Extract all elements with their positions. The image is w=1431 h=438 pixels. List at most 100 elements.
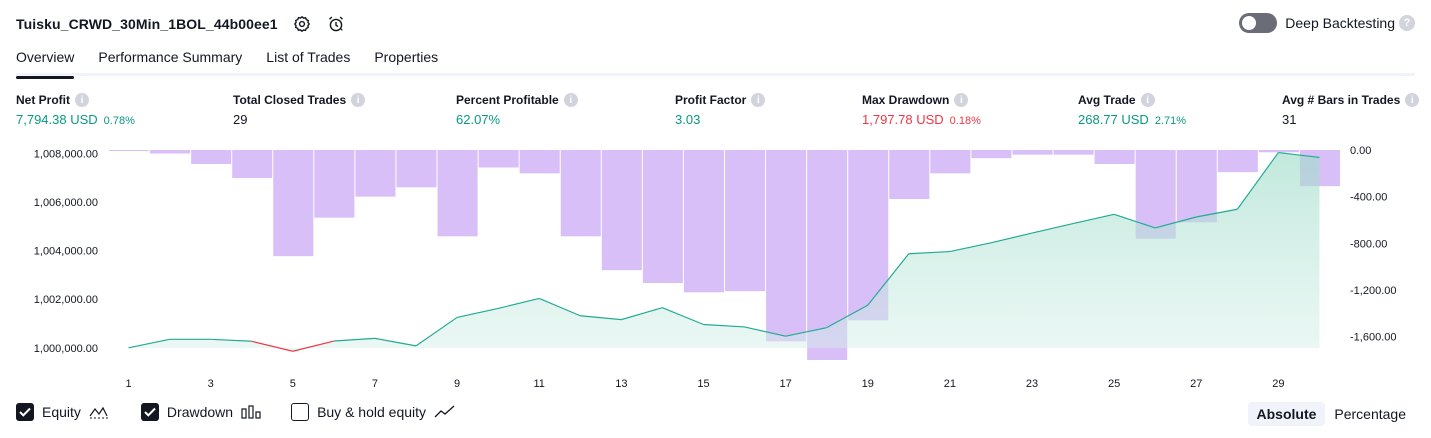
x-axis: 1 3 5 7 9 11 13 15 17 19 21 23 25 27 29	[125, 378, 1284, 390]
metric-label: Profit Factor	[675, 93, 747, 107]
tab-overview[interactable]: Overview	[16, 46, 75, 79]
drawdown-bar	[971, 150, 1012, 159]
chart-legend: Equity Drawdown Buy & hold equity	[16, 403, 486, 421]
metric-label: Total Closed Trades	[233, 93, 347, 107]
legend-drawdown-label: Drawdown	[166, 404, 234, 420]
x-axis-tick-label: 29	[1272, 378, 1284, 390]
equity-line-icon	[89, 405, 111, 419]
x-axis-tick-label: 17	[779, 378, 791, 390]
drawdown-bar	[396, 150, 437, 188]
deep-backtesting-toggle-group: Deep Backtesting ?	[1239, 13, 1415, 33]
legend-equity[interactable]: Equity	[16, 403, 111, 421]
drawdown-bar	[109, 150, 150, 151]
info-icon[interactable]: i	[75, 93, 89, 107]
drawdown-bar	[1176, 150, 1217, 223]
x-axis-tick-label: 13	[615, 378, 627, 390]
deep-backtesting-label: Deep Backtesting	[1285, 15, 1395, 31]
drawdown-bar	[1094, 150, 1135, 164]
display-mode-switch: Absolute Percentage	[1247, 402, 1416, 426]
equity-drawdown-chart[interactable]: 1,008,000.00 1,006,000.00 1,004,000.00 1,00…	[0, 140, 1431, 395]
metric-value: 1,797.78 USD	[862, 112, 944, 127]
x-axis-tick-label: 7	[372, 378, 378, 390]
drawdown-bar	[191, 150, 232, 164]
legend-equity-label: Equity	[42, 404, 81, 420]
drawdown-bar	[560, 150, 601, 237]
tab-bar: Overview Performance Summary List of Tra…	[16, 46, 1415, 79]
metric-label: Net Profit	[16, 93, 70, 107]
drawdown-bar	[683, 150, 724, 293]
metric-value: 31	[1282, 112, 1297, 127]
drawdown-bar	[150, 150, 191, 154]
x-axis-tick-label: 15	[697, 378, 709, 390]
info-icon[interactable]: i	[351, 93, 366, 107]
info-icon[interactable]: i	[563, 93, 578, 107]
left-axis-tick-label: 1,006,000.00	[34, 197, 98, 209]
right-axis-tick-label: -1,600.00	[1350, 332, 1396, 344]
legend-drawdown[interactable]: Drawdown	[140, 403, 261, 421]
metric-value: 29	[233, 112, 248, 127]
drawdown-bar	[355, 150, 396, 197]
legend-buy-hold-label: Buy & hold equity	[317, 404, 427, 420]
buy-hold-checkbox[interactable]	[291, 403, 310, 421]
x-axis-tick-label: 11	[533, 378, 544, 390]
right-axis-tick-label: -400.00	[1350, 192, 1387, 204]
right-axis: 0.00 -400.00 -800.00 -1,200.00 -1,600.00	[1350, 145, 1396, 344]
drawdown-bar	[314, 150, 355, 218]
metric-value: 62.07%	[456, 112, 501, 127]
drawdown-bar	[725, 150, 766, 292]
x-axis-tick-label: 3	[208, 378, 214, 390]
drawdown-checkbox[interactable]	[140, 403, 159, 421]
alarm-clock-icon[interactable]	[326, 14, 346, 34]
tab-list-of-trades[interactable]: List of Trades	[266, 46, 350, 76]
x-axis-tick-label: 19	[862, 378, 874, 390]
metric-avg-trade: Avg Trade i 268.77 USD 2.71%	[1078, 93, 1186, 127]
equity-checkbox[interactable]	[16, 403, 34, 421]
metric-percent: 0.78%	[103, 115, 135, 127]
x-axis-tick-label: 27	[1190, 378, 1202, 390]
info-icon[interactable]: i	[751, 93, 766, 107]
right-axis-tick-label: -800.00	[1350, 238, 1387, 250]
x-axis-tick-label: 23	[1026, 378, 1038, 390]
metric-label: Avg Trade	[1078, 93, 1136, 107]
x-axis-tick-label: 5	[290, 378, 296, 390]
metric-label: Avg # Bars in Trades	[1282, 93, 1401, 107]
x-axis-tick-label: 25	[1108, 378, 1120, 390]
info-icon[interactable]: i	[954, 93, 969, 107]
metric-percent-profitable: Percent Profitable i 62.07%	[456, 93, 578, 127]
metric-label: Max Drawdown	[862, 93, 950, 107]
tab-performance-summary[interactable]: Performance Summary	[98, 46, 242, 76]
metric-net-profit: Net Profit i 7,794.38 USD 0.78%	[16, 93, 135, 127]
metric-max-drawdown: Max Drawdown i 1,797.78 USD 0.18%	[862, 93, 981, 127]
strategy-title: Tuisku_CRWD_30Min_1BOL_44b00ee1	[16, 16, 278, 32]
buy-hold-line-icon	[434, 405, 456, 419]
drawdown-bar	[642, 150, 683, 283]
metric-percent: 2.71%	[1154, 115, 1187, 127]
drawdown-bar	[1258, 150, 1299, 153]
metrics-row: Net Profit i 7,794.38 USD 0.78% Total Clos…	[16, 93, 1420, 133]
info-icon[interactable]: i	[1405, 93, 1420, 107]
drawdown-bar	[273, 150, 314, 257]
left-axis-tick-label: 1,004,000.00	[34, 246, 98, 258]
x-axis-tick-label: 21	[944, 378, 956, 390]
tab-properties[interactable]: Properties	[374, 46, 438, 76]
help-icon[interactable]: ?	[1399, 15, 1415, 31]
left-axis: 1,008,000.00 1,006,000.00 1,004,000.00 1,00…	[34, 148, 98, 355]
metric-value: 3.03	[675, 112, 701, 127]
left-axis-tick-label: 1,000,000.00	[34, 343, 98, 355]
info-icon[interactable]: i	[1140, 93, 1155, 107]
drawdown-bar	[478, 150, 519, 168]
drawdown-bar	[1012, 150, 1053, 155]
drawdown-bar	[1217, 150, 1258, 173]
percentage-mode-button[interactable]: Percentage	[1325, 402, 1415, 426]
metric-profit-factor: Profit Factor i 3.03	[675, 93, 766, 127]
absolute-mode-button[interactable]: Absolute	[1247, 402, 1326, 426]
drawdown-bar	[232, 150, 273, 178]
drawdown-bars-icon	[241, 405, 261, 419]
strategy-header: Tuisku_CRWD_30Min_1BOL_44b00ee1	[16, 12, 346, 36]
drawdown-bar	[519, 150, 560, 174]
settings-gear-icon[interactable]	[292, 14, 312, 34]
legend-buy-hold-equity[interactable]: Buy & hold equity	[291, 403, 456, 421]
deep-backtesting-toggle[interactable]	[1239, 13, 1278, 33]
left-axis-tick-label: 1,008,000.00	[34, 148, 98, 160]
metric-total-closed-trades: Total Closed Trades i 29	[233, 93, 366, 127]
